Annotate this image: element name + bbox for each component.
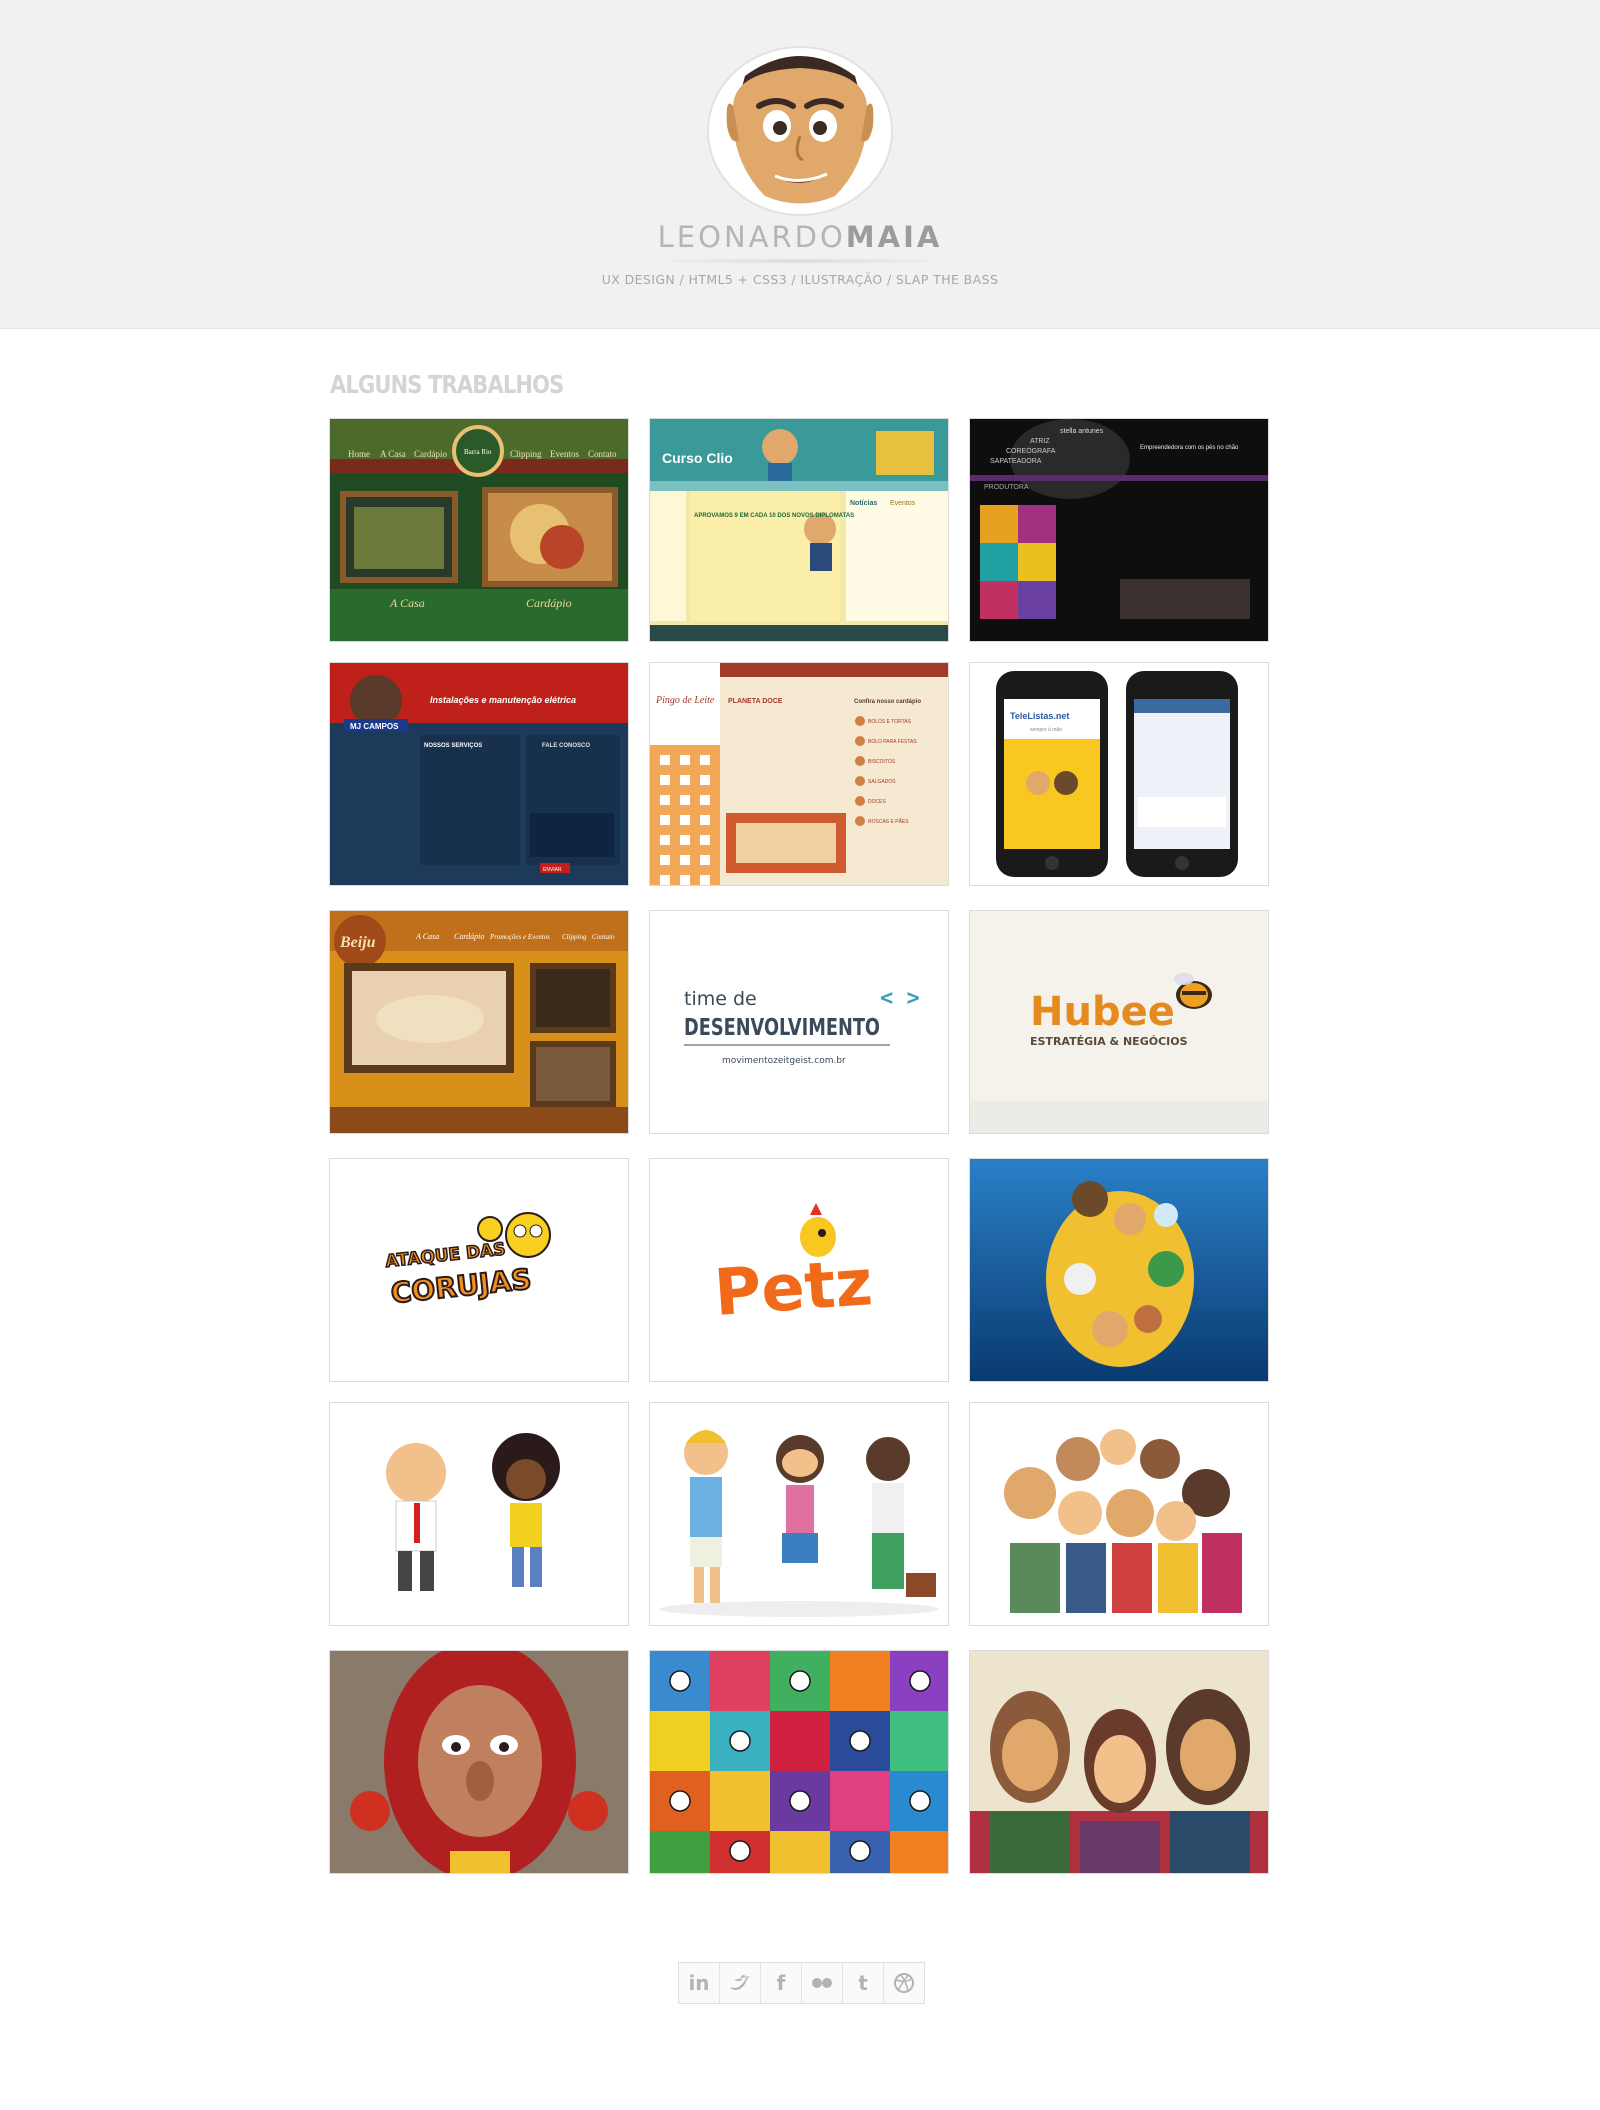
portfolio-item-curso-clio[interactable]: Curso Clio APROVAMOS 9 EM CADA 10 DOS NO… bbox=[649, 418, 949, 642]
linkedin-icon[interactable]: in bbox=[679, 1963, 720, 2003]
thumb-nav-home: Home bbox=[348, 449, 370, 459]
thumb-brand: Curso Clio bbox=[662, 450, 733, 466]
thumb-nav-cardapio: Cardápio bbox=[414, 449, 447, 459]
portfolio-item-telelistas[interactable]: TeleListas.net sempre à mão bbox=[969, 662, 1269, 886]
thumb-brand: MJ CAMPOS bbox=[350, 722, 399, 731]
portfolio-item-band-caricatures[interactable] bbox=[969, 1650, 1269, 1874]
thumb-nav-3: Promoções e Eventos bbox=[489, 933, 550, 941]
portfolio-item-group-caricatures[interactable] bbox=[969, 1402, 1269, 1626]
twitter-icon[interactable] bbox=[720, 1963, 761, 2003]
thumb-tag-atriz: ATRIZ bbox=[1030, 438, 1050, 445]
thumb-label-cardapio: Cardápio bbox=[526, 596, 572, 610]
section-title: ALGUNS TRABALHOS bbox=[330, 370, 564, 399]
thumb-menu-title: Confira nosso cardápio bbox=[854, 699, 921, 705]
name-underline bbox=[640, 258, 960, 264]
portfolio-item-characters-collage[interactable] bbox=[969, 1158, 1269, 1382]
thumb-brand: Pingo de Leite bbox=[655, 695, 715, 706]
portfolio-item-barra-rio[interactable]: Home A Casa Cardápio Clipping Eventos Co… bbox=[329, 418, 629, 642]
thumb-nav-2: Cardápio bbox=[454, 932, 484, 941]
flickr-icon[interactable] bbox=[802, 1963, 843, 2003]
thumb-brand: Beiju bbox=[339, 934, 376, 951]
thumb-panel-servicos: NOSSOS SERVIÇOS bbox=[424, 743, 482, 749]
thumb-tag-produtora: PRODUTORA bbox=[984, 484, 1029, 491]
portfolio-item-hooded-caricature[interactable] bbox=[329, 1650, 629, 1874]
thumb-button-enviar: ENVIAR bbox=[543, 867, 562, 873]
thumb-nav-casa: A Casa bbox=[380, 449, 406, 459]
thumb-nav-clipping: Clipping bbox=[510, 449, 542, 459]
thumb-panel-contato: FALE CONOSCO bbox=[542, 743, 590, 749]
thumb-badge: Barra Rio bbox=[464, 448, 492, 456]
portfolio-item-beiju[interactable]: Beiju A Casa Cardápio Promoções e Evento… bbox=[329, 910, 629, 1134]
portfolio-item-petz[interactable]: Petz bbox=[649, 1158, 949, 1382]
thumb-headline: Instalações e manutenção elétrica bbox=[430, 695, 576, 705]
portfolio-item-three-characters[interactable] bbox=[649, 1402, 949, 1626]
thumb-logo-url: movimentozeitgeist.com.br bbox=[722, 1056, 846, 1066]
thumb-logo-line2: DESENVOLVIMENTO bbox=[684, 1015, 880, 1041]
social-links: in f t bbox=[678, 1962, 925, 2004]
facebook-icon[interactable]: f bbox=[761, 1963, 802, 2003]
thumb-menu-4: SALGADOS bbox=[868, 779, 896, 785]
thumb-headline: APROVAMOS 9 EM CADA 10 DOS NOVOS DIPLOMA… bbox=[694, 513, 854, 519]
site-name-last: MAIA bbox=[845, 220, 943, 254]
dribbble-icon[interactable] bbox=[884, 1963, 924, 2003]
thumb-nav-1: A Casa bbox=[415, 932, 439, 941]
portfolio-item-hubee[interactable]: Hubee ESTRATÉGIA & NEGÓCIOS bbox=[969, 910, 1269, 1134]
thumb-app-name: TeleListas.net bbox=[1010, 711, 1069, 721]
thumb-logo-tagline: ESTRATÉGIA & NEGÓCIOS bbox=[1030, 1035, 1188, 1048]
thumb-tab-eventos: Eventos bbox=[890, 500, 916, 507]
thumb-label-casa: A Casa bbox=[389, 596, 425, 610]
thumb-logo-name: Hubee bbox=[1030, 989, 1175, 1035]
tumblr-icon[interactable]: t bbox=[843, 1963, 884, 2003]
thumb-section: PLANETA DOCE bbox=[728, 698, 783, 705]
facebook-glyph: f bbox=[776, 1971, 786, 1995]
thumb-menu-3: BISCOITOS bbox=[868, 759, 896, 765]
portfolio-item-pingo-de-leite[interactable]: Pingo de Leite PLANETA DOCE Confira noss… bbox=[649, 662, 949, 886]
site-name[interactable]: LEONARDOMAIA bbox=[620, 210, 980, 264]
site-name-first: LEONARDO bbox=[657, 220, 846, 254]
thumb-tag-sapateadora: SAPATEADORA bbox=[990, 458, 1042, 465]
portfolio-item-monster-pattern[interactable] bbox=[649, 1650, 949, 1874]
linkedin-glyph: in bbox=[688, 1971, 710, 1995]
portfolio-item-time-de-desenvolvimento[interactable]: time de DESENVOLVIMENTO < > movimentozei… bbox=[649, 910, 949, 1134]
header: LEONARDOMAIA UX DESIGN / HTML5 + CSS3 / … bbox=[0, 0, 1600, 329]
thumb-logo-symbol: < > bbox=[880, 986, 920, 1011]
thumb-nav-eventos: Eventos bbox=[550, 449, 579, 459]
thumb-nav-4: Clipping bbox=[562, 933, 587, 941]
tumblr-glyph: t bbox=[858, 1971, 868, 1995]
thumb-logo-name: Petz bbox=[712, 1246, 875, 1331]
portfolio-item-stella-antunes[interactable]: stella antunes ATRIZ COREÓGRAFA SAPATEAD… bbox=[969, 418, 1269, 642]
thumb-artist-name: stella antunes bbox=[1060, 428, 1104, 435]
thumb-quote: Empreendedora com os pés no chão bbox=[1140, 445, 1239, 451]
thumb-logo-line1: time de bbox=[684, 988, 757, 1010]
thumb-app-tagline: sempre à mão bbox=[1030, 727, 1062, 733]
portfolio-item-mj-campos[interactable]: MJ CAMPOS Instalações e manutenção elétr… bbox=[329, 662, 629, 886]
portfolio-item-two-characters[interactable] bbox=[329, 1402, 629, 1626]
thumb-tag-coreografa: COREÓGRAFA bbox=[1006, 446, 1056, 455]
portfolio-item-ataque-das-corujas[interactable]: ATAQUE DAS CORUJAS bbox=[329, 1158, 629, 1382]
thumb-menu-6: ROSCAS E PÃES bbox=[868, 818, 909, 825]
thumb-menu-5: DOCES bbox=[868, 799, 886, 805]
tagline: UX DESIGN / HTML5 + CSS3 / ILUSTRAÇÃO / … bbox=[601, 272, 999, 287]
thumb-nav-5: Contato bbox=[592, 933, 615, 941]
thumb-tab-noticias: Notícias bbox=[850, 500, 877, 507]
thumb-menu-1: BOLOS E TORTAS bbox=[868, 719, 912, 725]
avatar-logo[interactable] bbox=[705, 36, 895, 216]
thumb-menu-2: BOLO PARA FESTAS bbox=[868, 739, 917, 745]
thumb-nav-contato: Contato bbox=[588, 449, 617, 459]
